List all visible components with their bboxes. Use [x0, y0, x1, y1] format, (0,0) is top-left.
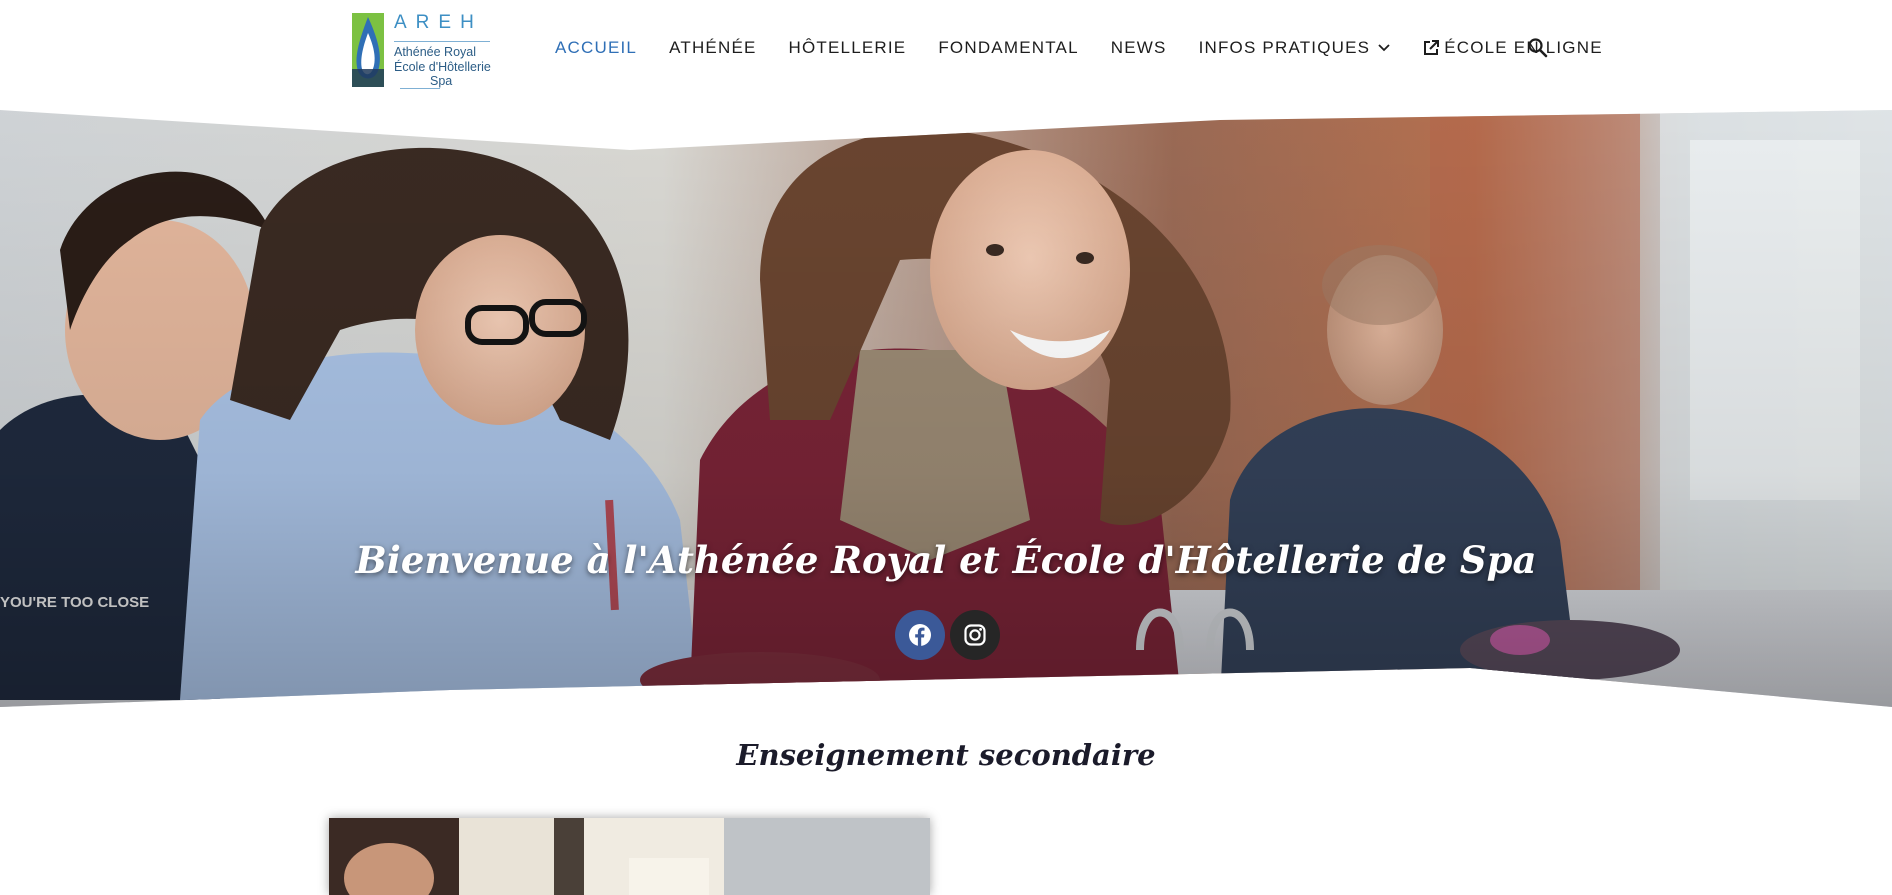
nav-label: INFOS PRATIQUES	[1198, 38, 1371, 57]
secondaire-card-image[interactable]	[329, 818, 930, 895]
search-button[interactable]	[1527, 37, 1549, 59]
school-logo[interactable]: AREH Athénée Royal École d'Hôtellerie Sp…	[350, 10, 492, 90]
nav-label: ÉCOLE EN LIGNE	[1444, 38, 1603, 57]
external-link-icon	[1424, 40, 1440, 55]
instagram-icon	[964, 624, 986, 646]
facebook-icon	[909, 624, 931, 646]
nav-item-infos-pratiques[interactable]: INFOS PRATIQUES	[1199, 38, 1391, 58]
section-title-secondaire: Enseignement secondaire	[736, 738, 1156, 772]
logo-line-1: Athénée Royal	[394, 45, 477, 59]
search-icon	[1528, 38, 1548, 58]
chevron-down-icon	[1378, 44, 1390, 52]
nav-label: NEWS	[1110, 38, 1167, 57]
nav-label: ATHÉNÉE	[669, 38, 757, 57]
facebook-button[interactable]	[895, 610, 945, 660]
nav-label: ACCUEIL	[555, 38, 638, 57]
nav-item-news[interactable]: NEWS	[1111, 38, 1167, 58]
nav-item-accueil[interactable]: ACCUEIL	[555, 38, 637, 58]
instagram-button[interactable]	[950, 610, 1000, 660]
nav-item-hotellerie[interactable]: HÔTELLERIE	[789, 38, 907, 58]
hero-title: Bienvenue à l'Athénée Royal et École d'H…	[355, 538, 1537, 582]
nav-item-ecole-en-ligne[interactable]: ÉCOLE EN LIGNE	[1422, 38, 1603, 58]
nav-label: HÔTELLERIE	[788, 38, 907, 57]
card-photo	[329, 818, 930, 895]
nav-item-athenee[interactable]: ATHÉNÉE	[669, 38, 756, 58]
nav-label: FONDAMENTAL	[938, 38, 1079, 57]
logo-line-3: Spa	[430, 74, 453, 88]
logo-divider	[394, 41, 490, 42]
logo-divider-bottom	[400, 88, 440, 89]
main-nav: ACCUEIL ATHÉNÉE HÔTELLERIE FONDAMENTAL N…	[555, 36, 1635, 60]
nav-item-fondamental[interactable]: FONDAMENTAL	[938, 38, 1078, 58]
logo-line-2: École d'Hôtellerie	[394, 60, 491, 74]
logo-drop-icon	[352, 13, 384, 87]
logo-acronym: AREH	[394, 12, 483, 33]
site-header: AREH Athénée Royal École d'Hôtellerie Sp…	[0, 0, 1892, 100]
